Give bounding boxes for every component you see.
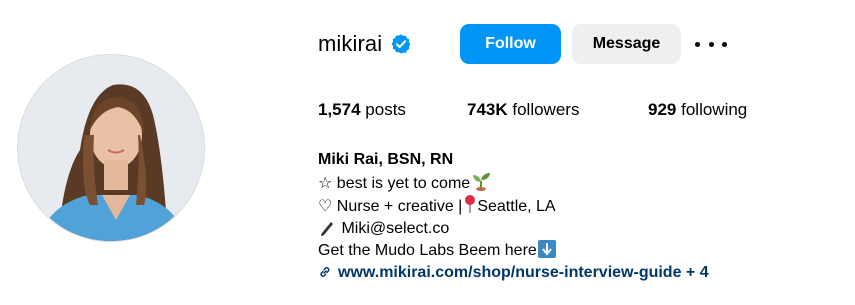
verified-badge-icon (391, 34, 411, 54)
down-arrow-button-icon (537, 239, 556, 258)
posts-stat: 1,574 posts (318, 100, 406, 120)
followers-stat[interactable]: 743K followers (467, 100, 579, 120)
seedling-icon (473, 172, 491, 191)
more-dot (695, 41, 700, 47)
display-name: Miki Rai, BSN, RN (318, 151, 454, 168)
following-count: 929 (648, 100, 677, 119)
bio-line-3-text: Miki@select.co (341, 220, 450, 238)
posts-label: posts (365, 100, 406, 119)
followers-label: followers (512, 100, 580, 119)
bio-line-2-suffix: Seattle, LA (477, 198, 556, 216)
bio-line-4-text: Get the Mudo Labs Beem here (318, 241, 537, 259)
username: mikirai (318, 31, 383, 56)
link-icon (320, 266, 330, 277)
round-pushpin-icon (465, 195, 476, 214)
avatar-image (18, 55, 204, 241)
following-stat[interactable]: 929 following (648, 100, 747, 120)
avatar[interactable] (18, 55, 204, 241)
bio-link-row: www.mikirai.com/shop/nurse-interview-gui… (318, 262, 709, 284)
pen-icon (321, 222, 333, 237)
profile-header: mikirai (318, 24, 412, 64)
bio-line-1: ☆ best is yet to come (318, 171, 709, 195)
bio-line-2-prefix: ♡ Nurse + creative | (318, 198, 463, 216)
bio: Miki Rai, BSN, RN ☆ best is yet to come … (318, 149, 709, 283)
bio-line-2: ♡ Nurse + creative | Seattle, LA (318, 194, 709, 218)
more-options-icon[interactable] (695, 35, 727, 53)
more-dot (722, 41, 727, 47)
bio-line-1-text: ☆ best is yet to come (318, 174, 471, 192)
bio-line-3: Miki@select.co (318, 218, 709, 240)
posts-count: 1,574 (318, 100, 361, 119)
following-label: following (681, 100, 748, 119)
follow-button[interactable]: Follow (460, 24, 561, 64)
bio-line-4: Get the Mudo Labs Beem here (318, 239, 709, 262)
more-dot (708, 41, 714, 47)
followers-count: 743K (467, 100, 508, 119)
message-button[interactable]: Message (572, 24, 681, 64)
bio-website-link[interactable]: www.mikirai.com/shop/nurse-interview-gui… (338, 264, 709, 281)
